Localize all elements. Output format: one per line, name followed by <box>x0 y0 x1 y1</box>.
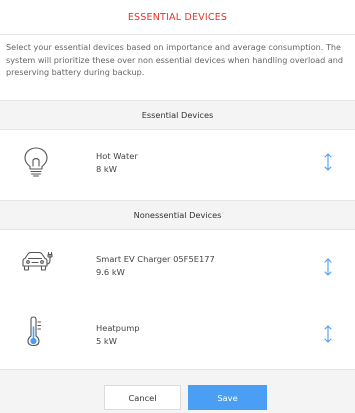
title-divider <box>0 34 355 35</box>
dialog-footer: Cancel Save <box>0 369 355 413</box>
thermometer-icon <box>24 315 46 349</box>
dialog-description: Select your essential devices based on i… <box>6 42 344 78</box>
device-row-heatpump[interactable]: Heatpump 5 kW <box>0 301 355 363</box>
device-power: 5 kW <box>96 336 117 346</box>
ev-charger-icon <box>20 249 54 277</box>
drag-handle-icon[interactable] <box>321 152 335 172</box>
drag-handle-icon[interactable] <box>321 324 335 344</box>
save-button[interactable]: Save <box>188 385 267 410</box>
dialog-title: ESSENTIAL DEVICES <box>127 12 228 23</box>
device-name: Heatpump <box>96 323 140 333</box>
device-name: Hot Water <box>96 151 138 161</box>
device-power: 9.6 kW <box>96 267 125 277</box>
device-row-hot-water[interactable]: Hot Water 8 kW <box>0 131 355 193</box>
drag-handle-icon[interactable] <box>321 257 335 277</box>
essential-devices-dialog: ESSENTIAL DEVICES Select your essential … <box>0 0 355 413</box>
cancel-button[interactable]: Cancel <box>104 385 181 410</box>
essential-section-header: Essential Devices <box>0 100 355 130</box>
device-row-ev-charger[interactable]: Smart EV Charger 05F5E177 9.6 kW <box>0 231 355 293</box>
nonessential-section-header: Nonessential Devices <box>0 200 355 230</box>
device-name: Smart EV Charger 05F5E177 <box>96 254 215 264</box>
device-power: 8 kW <box>96 164 117 174</box>
lightbulb-icon <box>22 146 50 178</box>
